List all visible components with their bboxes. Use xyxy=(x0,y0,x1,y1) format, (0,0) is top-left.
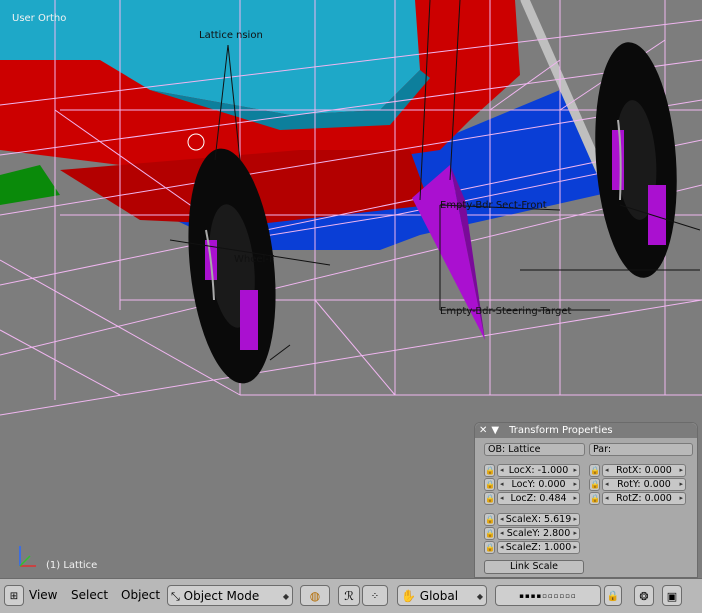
locx-label: LocX: -1.000 xyxy=(508,465,569,476)
locz-label: LocZ: 0.484 xyxy=(510,493,567,504)
label-empty-front: Empty-Bdr Sect-Front xyxy=(440,200,547,211)
orientation-label: Global xyxy=(419,589,459,603)
mode-icon: ⤡ xyxy=(171,590,180,603)
scaley-field[interactable]: ◂ ScaleY: 2.800 ▸ xyxy=(497,527,580,540)
object-name-field[interactable]: OB: Lattice xyxy=(484,443,585,456)
roty-field[interactable]: ◂ RotY: 0.000 ▸ xyxy=(602,478,686,491)
tire-right xyxy=(595,42,677,278)
collapse-icon[interactable]: ▼ xyxy=(491,425,499,436)
pivot-dropdown[interactable]: ℛ xyxy=(338,585,360,606)
lock-icon[interactable]: 🔒 xyxy=(589,478,600,491)
green-block xyxy=(0,165,60,205)
parent-field[interactable]: Par: xyxy=(589,443,693,456)
orientation-dropdown[interactable]: ✋ Global ◆ xyxy=(397,585,487,606)
lock-icon[interactable]: 🔒 xyxy=(484,478,495,491)
lock-icon[interactable]: 🔒 xyxy=(484,492,495,505)
lock-icon[interactable]: 🔒 xyxy=(484,513,495,526)
scalez-field[interactable]: ◂ ScaleZ: 1.000 ▸ xyxy=(497,541,580,554)
object-info: (1) Lattice xyxy=(46,560,98,571)
draw-type-dropdown[interactable]: ◍ xyxy=(300,585,330,606)
label-lattice: Lattice xyxy=(199,30,233,41)
manipulator-icon[interactable]: ⁘ xyxy=(362,585,388,606)
rotx-label: RotX: 0.000 xyxy=(616,465,672,476)
label-wheel: Wheel-F xyxy=(234,254,275,265)
lock-icon[interactable]: 🔒 xyxy=(484,464,495,477)
rotz-field[interactable]: ◂ RotZ: 0.000 ▸ xyxy=(602,492,686,505)
editor-type-icon[interactable]: ⊞ xyxy=(4,585,24,606)
mode-dropdown[interactable]: ⤡ Object Mode ◆ xyxy=(167,585,293,606)
lock-icon[interactable]: 🔒 xyxy=(484,527,495,540)
lock-icon[interactable]: 🔒 xyxy=(589,492,600,505)
view3d-header: ⊞ View Select Object ⤡ Object Mode ◆ ◍ ℛ… xyxy=(0,578,702,613)
3d-viewport[interactable]: User Ortho (1) Lattice Lattice nsion Whe… xyxy=(0,0,702,578)
panel-title: Transform Properties xyxy=(509,425,613,436)
label-tension: nsion xyxy=(236,30,263,41)
locx-field[interactable]: ◂ LocX: -1.000 ▸ xyxy=(497,464,580,477)
panel-header: ✕ ▼ Transform Properties xyxy=(475,423,697,438)
render-image-icon[interactable]: ▣ xyxy=(662,585,682,606)
locy-field[interactable]: ◂ LocY: 0.000 ▸ xyxy=(497,478,580,491)
scalez-label: ScaleZ: 1.000 xyxy=(505,542,572,553)
roty-label: RotY: 0.000 xyxy=(617,479,671,490)
locz-field[interactable]: ◂ LocZ: 0.484 ▸ xyxy=(497,492,580,505)
lock-icon[interactable]: 🔒 xyxy=(589,464,600,477)
hand-icon: ✋ xyxy=(401,589,416,603)
lock-layers-icon[interactable]: 🔒 xyxy=(604,585,622,606)
locy-label: LocY: 0.000 xyxy=(511,479,566,490)
chevron-updown-icon: ◆ xyxy=(282,592,289,601)
scalex-label: ScaleX: 5.619 xyxy=(505,514,572,525)
lock-icon[interactable]: 🔒 xyxy=(484,541,495,554)
blender-window: User Ortho (1) Lattice Lattice nsion Whe… xyxy=(0,0,702,613)
rotz-label: RotZ: 0.000 xyxy=(616,493,672,504)
scaley-label: ScaleY: 2.800 xyxy=(506,528,571,539)
rotx-field[interactable]: ◂ RotX: 0.000 ▸ xyxy=(602,464,686,477)
layer-buttons[interactable]: ▪▪▪▪▫▫▫▫▫▫ xyxy=(495,585,601,606)
link-scale-button[interactable]: Link Scale xyxy=(484,560,584,574)
mode-label: Object Mode xyxy=(183,589,260,603)
label-empty-steering: Empty-Bdr-Steering-Target xyxy=(440,306,572,317)
axis-gizmo xyxy=(19,546,36,567)
menu-select[interactable]: Select xyxy=(67,585,112,606)
menu-object[interactable]: Object xyxy=(117,585,164,606)
render-icon[interactable]: ❂ xyxy=(634,585,654,606)
chevron-updown-icon: ◆ xyxy=(476,592,483,601)
scalex-field[interactable]: ◂ ScaleX: 5.619 ▸ xyxy=(497,513,580,526)
close-icon[interactable]: ✕ xyxy=(479,425,487,436)
menu-view[interactable]: View xyxy=(25,585,61,606)
transform-properties-panel: ✕ ▼ Transform Properties OB: Lattice Par… xyxy=(474,422,698,578)
viewport-name: User Ortho xyxy=(12,13,67,24)
